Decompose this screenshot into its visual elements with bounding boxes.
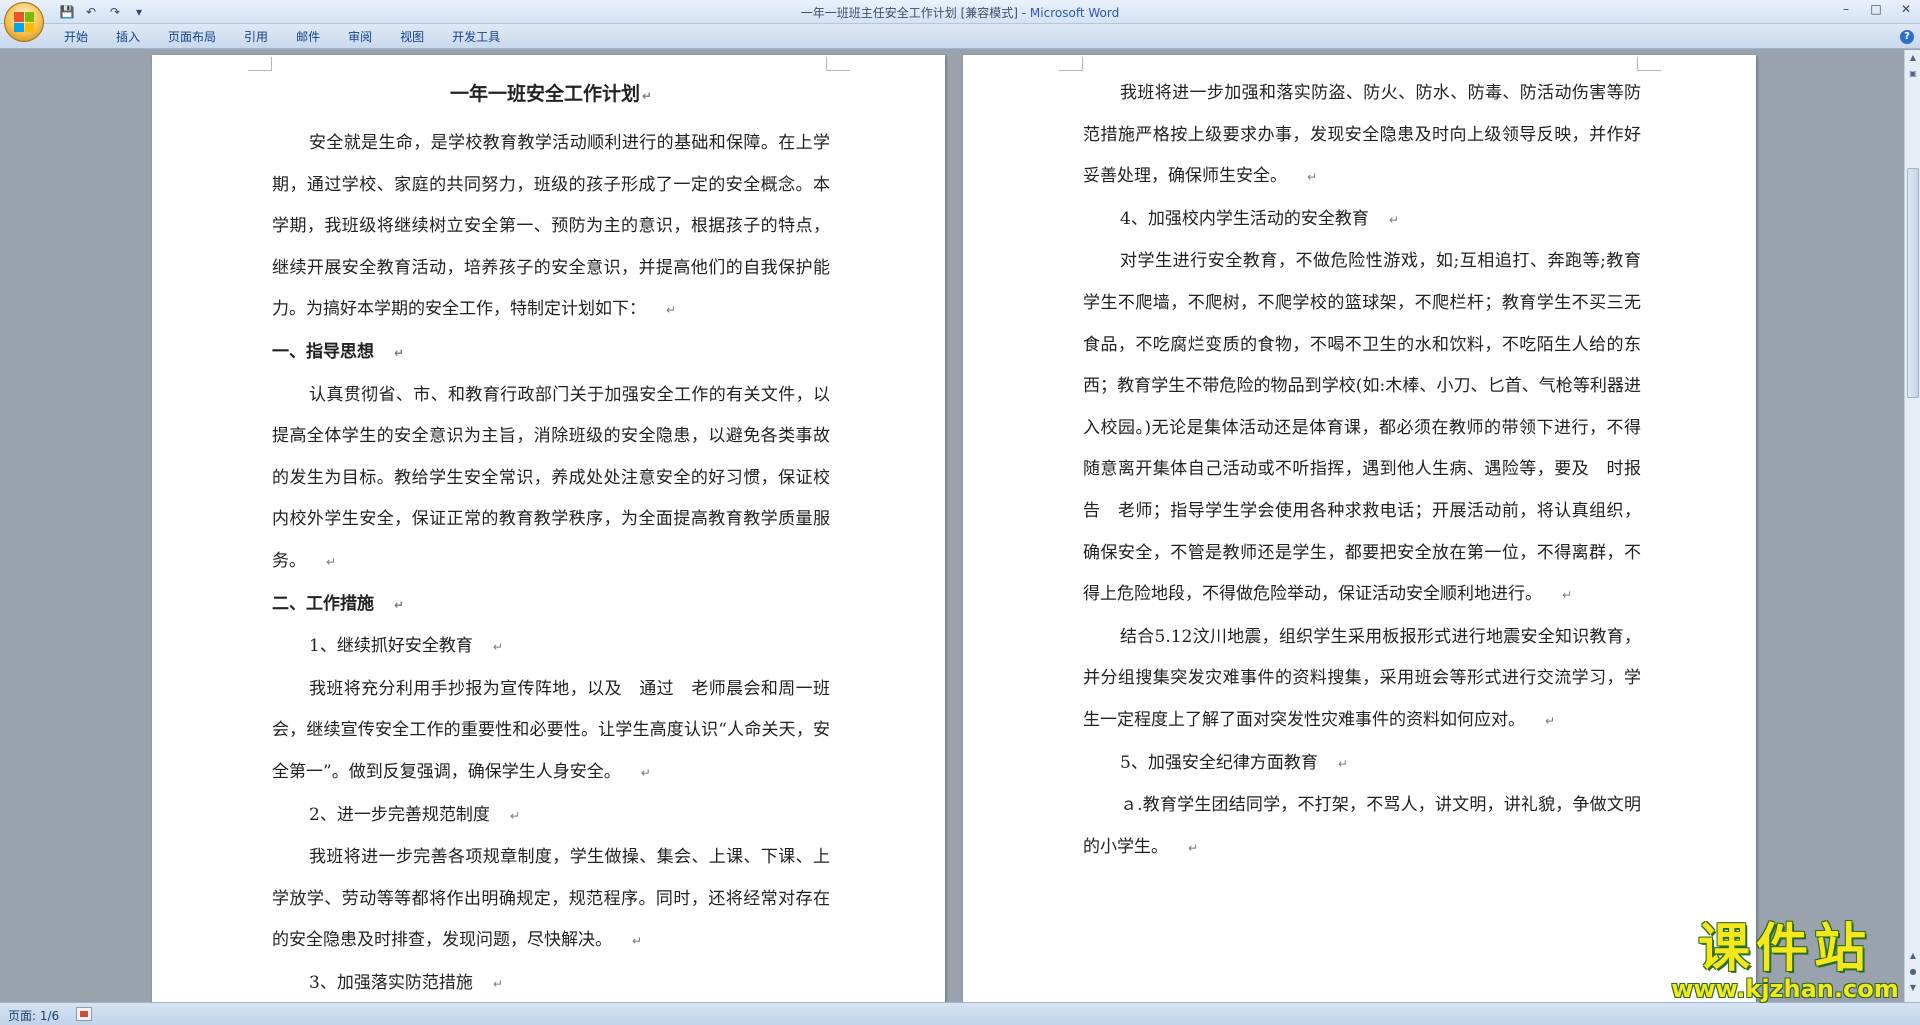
app-name: Microsoft Word (1029, 6, 1120, 20)
title-bar: 💾 ↶ ↷ ▾ 一年一班班主任安全工作计划 [兼容模式] - Microsoft… (0, 0, 1920, 24)
window-title: 一年一班班主任安全工作计划 [兼容模式] - Microsoft Word (0, 4, 1920, 21)
vertical-scrollbar[interactable]: ▲ ▣ ▲ ● ▼ (1904, 50, 1920, 1002)
tab-insert[interactable]: 插入 (102, 29, 154, 45)
document-area: 一年一班安全工作计划 ↵ 安全就是生命，是学校教育教学活动顺利进行的基础和保障。在… (0, 50, 1904, 1002)
select-browse-object-icon[interactable]: ● (1907, 966, 1919, 978)
proofing-status-icon[interactable] (76, 1007, 92, 1021)
measure-2-paragraph: 我班将进一步完善各项规章制度，学生做操、集会、上课、下课、上学放学、劳动等等都将… (272, 847, 830, 951)
measure-1-paragraph: 我班将充分利用手抄报为宣传阵地，以及 通过 老师晨会和周一班会，继续宣传安全工作… (272, 678, 830, 782)
minimize-icon[interactable]: – (1838, 2, 1854, 16)
page-1-content: 一年一班安全工作计划 ↵ 安全就是生命，是学校教育教学活动顺利进行的基础和保障。在… (272, 73, 830, 1002)
tab-mailings[interactable]: 邮件 (282, 29, 334, 45)
intro-paragraph: 安全就是生命，是学校教育教学活动顺利进行的基础和保障。在上学期，通过学校、家庭的… (272, 133, 830, 320)
document-title: 一年一班班主任安全工作计划 [兼容模式] - (800, 6, 1030, 20)
window-controls: – □ ✕ (1838, 2, 1914, 16)
watermark-title: 课件站 (1697, 919, 1872, 979)
subheading-1: 1、继续抓好安全教育 ↵ (309, 636, 503, 657)
scrollbar-thumb[interactable] (1907, 168, 1919, 398)
ruler-toggle-icon[interactable]: ▣ (1907, 68, 1919, 80)
earthquake-paragraph: 结合5.12汶川地震，组织学生采用板报形式进行地震安全知识教育，并分组搜集突发灾… (1083, 626, 1641, 730)
status-bar: 页面: 1/6 (0, 1002, 1920, 1025)
discipline-paragraph: ａ.教育学生团结同学，不打架，不骂人，讲文明，讲礼貌，争做文明的小学生。 ↵ (1083, 795, 1641, 857)
tab-home[interactable]: 开始 (50, 29, 102, 45)
tab-developer[interactable]: 开发工具 (438, 29, 514, 45)
subheading-3: 3、加强落实防范措施 ↵ (309, 972, 503, 993)
margin-corner-mark (826, 57, 850, 71)
section-heading-1: 一、指导思想 ↵ (272, 341, 405, 362)
margin-corner-mark (248, 57, 272, 71)
page-2-content: 我班将进一步加强和落实防盗、防火、防水、防毒、防活动伤害等防范措施严格按上级要求… (1083, 73, 1641, 869)
help-icon[interactable]: ? (1900, 30, 1914, 44)
document-heading: 一年一班安全工作计划 ↵ (449, 83, 653, 105)
scroll-up-icon[interactable]: ▲ (1907, 52, 1919, 64)
margin-corner-mark (1059, 57, 1083, 71)
next-page-icon[interactable]: ▼ (1907, 982, 1919, 994)
subheading-2: 2、进一步完善规范制度 ↵ (309, 804, 520, 825)
tab-view[interactable]: 视图 (386, 29, 438, 45)
margin-corner-mark (1637, 57, 1661, 71)
section-heading-2: 二、工作措施 ↵ (272, 593, 405, 614)
tab-page-layout[interactable]: 页面布局 (154, 29, 230, 45)
subheading-4: 4、加强校内学生活动的安全教育 ↵ (1120, 208, 1399, 229)
previous-page-icon[interactable]: ▲ (1907, 950, 1919, 962)
maximize-icon[interactable]: □ (1868, 2, 1884, 16)
measure-4-paragraph: 对学生进行安全教育，不做危险性游戏，如;互相追打、奔跑等;教育学生不爬墙，不爬树… (1083, 251, 1641, 605)
subheading-5: 5、加强安全纪律方面教育 ↵ (1120, 752, 1348, 773)
watermark-logo: 课件站 www.kjzhan.com (1670, 922, 1900, 1004)
ribbon: 开始 插入 页面布局 引用 邮件 审阅 视图 开发工具 ? (0, 24, 1920, 49)
office-logo-icon (14, 12, 34, 32)
ribbon-tabs: 开始 插入 页面布局 引用 邮件 审阅 视图 开发工具 (50, 29, 514, 45)
page-1[interactable]: 一年一班安全工作计划 ↵ 安全就是生命，是学校教育教学活动顺利进行的基础和保障。在… (152, 55, 945, 1002)
guiding-thought-paragraph: 认真贯彻省、市、和教育行政部门关于加强安全工作的有关文件，以提高全体学生的安全意… (272, 384, 830, 571)
close-icon[interactable]: ✕ (1898, 2, 1914, 16)
office-button[interactable] (4, 2, 44, 42)
tab-review[interactable]: 审阅 (334, 29, 386, 45)
page-indicator[interactable]: 页面: 1/6 (8, 1007, 59, 1024)
measure-3-paragraph: 我班将进一步加强和落实防盗、防火、防水、防毒、防活动伤害等防范措施严格按上级要求… (1083, 83, 1641, 187)
tab-references[interactable]: 引用 (230, 29, 282, 45)
watermark-url: www.kjzhan.com (1671, 975, 1899, 1003)
page-2[interactable]: 我班将进一步加强和落实防盗、防火、防水、防毒、防活动伤害等防范措施严格按上级要求… (963, 55, 1756, 1002)
